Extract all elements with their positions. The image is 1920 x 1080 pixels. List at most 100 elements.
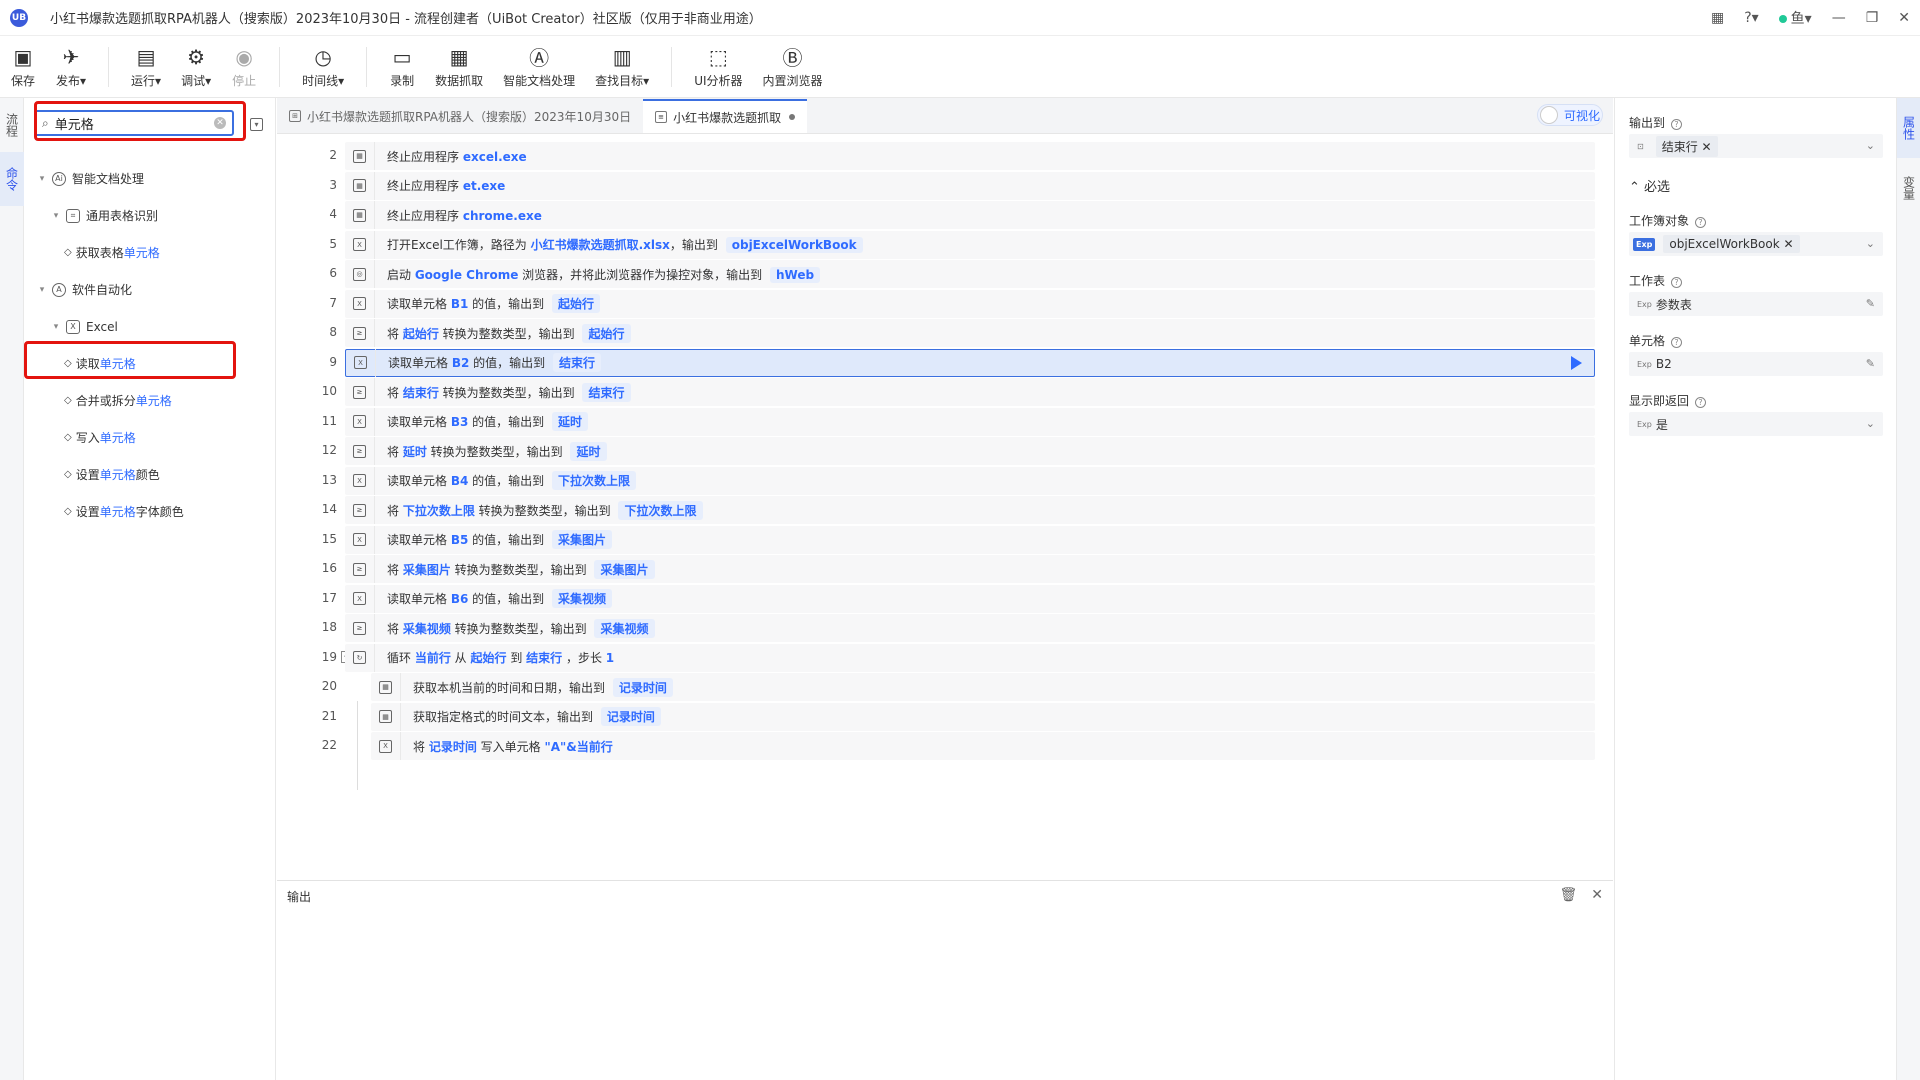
- caret-down-icon[interactable]: ▾: [36, 285, 48, 295]
- code-row[interactable]: 21 ▦ 获取指定格式的时间文本，输出到 记录时间: [277, 701, 1607, 731]
- help-circle-icon[interactable]: ?: [1695, 397, 1707, 408]
- clear-search-icon[interactable]: ✕: [214, 117, 226, 129]
- code-row[interactable]: 18 ≥ 将 采集视频 转换为整数类型，输出到 采集视频: [277, 612, 1607, 642]
- caret-down-icon[interactable]: ▾: [50, 211, 62, 221]
- debug-button[interactable]: ⚙ 调试▾: [181, 36, 211, 98]
- close-icon[interactable]: ✕: [1898, 10, 1910, 26]
- browser-button[interactable]: Ⓑ 内置浏览器: [763, 36, 823, 98]
- command-block[interactable]: ≥ 将 起始行 转换为整数类型，输出到 起始行: [345, 319, 1595, 347]
- publish-button[interactable]: ✈ 发布▾: [56, 36, 86, 98]
- command-item[interactable]: ◇ 读取 单元格: [24, 345, 276, 382]
- tab-properties[interactable]: 属性: [1897, 98, 1920, 158]
- command-block[interactable]: X 读取单元格 B4 的值，输出到 下拉次数上限: [345, 466, 1595, 495]
- edit-icon[interactable]: ✎: [1866, 357, 1875, 370]
- command-category[interactable]: ▾ A 软件自动化: [24, 271, 276, 308]
- save-button[interactable]: ▣ 保存: [10, 36, 36, 98]
- command-block[interactable]: ≥ 将 采集图片 转换为整数类型，输出到 采集图片: [345, 555, 1595, 583]
- command-block[interactable]: ▦ 终止应用程序 chrome.exe: [345, 201, 1595, 229]
- exp-toggle[interactable]: Exp: [1633, 237, 1656, 251]
- command-block[interactable]: ≥ 将 下拉次数上限 转换为整数类型，输出到 下拉次数上限: [345, 496, 1595, 524]
- code-row[interactable]: 11 X 读取单元格 B3 的值，输出到 延时: [277, 406, 1607, 436]
- help-circle-icon[interactable]: ?: [1695, 217, 1707, 228]
- command-block[interactable]: ≥ 将 结束行 转换为整数类型，输出到 结束行: [345, 378, 1595, 406]
- help-circle-icon[interactable]: ?: [1671, 119, 1683, 130]
- ui-analyzer-button[interactable]: ⬚ UI分析器: [694, 36, 742, 98]
- command-category[interactable]: ▾ Ai 智能文档处理: [24, 160, 276, 197]
- command-item[interactable]: ◇ 设置 单元格 颜色: [24, 456, 276, 493]
- close-panel-icon[interactable]: ✕: [1591, 887, 1603, 903]
- cell-field[interactable]: Exp B2 ✎: [1629, 352, 1883, 376]
- code-row[interactable]: 3 ▦ 终止应用程序 et.exe: [277, 170, 1607, 200]
- tab-flow[interactable]: 流程: [0, 98, 24, 152]
- command-block[interactable]: ↻ 循环 当前行 从 起始行 到 结束行 ，步长 1: [345, 643, 1595, 672]
- edit-icon[interactable]: ✎: [1866, 297, 1875, 310]
- caret-down-icon[interactable]: ▾: [36, 174, 48, 184]
- apps-grid-icon[interactable]: ▦: [1711, 10, 1724, 26]
- workbook-select[interactable]: Exp objExcelWorkBook ✕ ⌄: [1629, 232, 1883, 256]
- command-block[interactable]: ▦ 终止应用程序 et.exe: [345, 171, 1595, 200]
- sheet-field[interactable]: Exp 参数表 ✎: [1629, 292, 1883, 316]
- command-block[interactable]: ▦ 获取指定格式的时间文本，输出到 记录时间: [371, 702, 1595, 731]
- stop-button[interactable]: ◉ 停止: [231, 36, 257, 98]
- code-row[interactable]: 5 X 打开Excel工作簿，路径为 小红书爆款选题抓取.xlsx，输出到 objE…: [277, 229, 1607, 259]
- run-from-here-icon[interactable]: [1571, 355, 1582, 370]
- command-item[interactable]: ◇ 合并或拆分 单元格: [24, 382, 276, 419]
- command-block[interactable]: X 将 记录时间 写入单元格 "A"&当前行: [371, 732, 1595, 760]
- command-item[interactable]: ◇ 写入 单元格: [24, 419, 276, 456]
- exp-toggle[interactable]: Exp: [1633, 300, 1656, 309]
- command-block[interactable]: X 读取单元格 B6 的值，输出到 采集视频: [345, 584, 1595, 613]
- command-block[interactable]: X 读取单元格 B5 的值，输出到 采集图片: [345, 525, 1595, 554]
- required-section-title[interactable]: ⌃ 必选: [1629, 176, 1670, 195]
- code-row[interactable]: 20 ▦ 获取本机当前的时间和日期，输出到 记录时间: [277, 671, 1607, 701]
- code-row[interactable]: 19−↻循环 当前行 从 起始行 到 结束行 ，步长 1: [277, 642, 1607, 672]
- selected-command-block[interactable]: X 读取单元格 B2 的值，输出到 结束行: [345, 348, 1595, 377]
- code-row[interactable]: 7 X 读取单元格 B1 的值，输出到 起始行: [277, 288, 1607, 318]
- ai-doc-button[interactable]: Ⓐ 智能文档处理: [503, 36, 575, 98]
- timeline-button[interactable]: ◷ 时间线▾: [302, 36, 344, 98]
- help-circle-icon[interactable]: ?: [1671, 277, 1683, 288]
- exp-toggle[interactable]: Exp: [1633, 420, 1656, 429]
- command-item[interactable]: ◇ 设置 单元格 字体颜色: [24, 493, 276, 530]
- code-row[interactable]: 16 ≥ 将 采集图片 转换为整数类型，输出到 采集图片: [277, 553, 1607, 583]
- command-block[interactable]: ▦ 获取本机当前的时间和日期，输出到 记录时间: [371, 673, 1595, 701]
- tab-variables[interactable]: 变量: [1897, 158, 1920, 218]
- code-row[interactable]: 10 ≥ 将 结束行 转换为整数类型，输出到 结束行: [277, 376, 1607, 406]
- minimize-icon[interactable]: —: [1832, 10, 1846, 26]
- data-scrape-button[interactable]: ▦ 数据抓取: [435, 36, 483, 98]
- code-row[interactable]: 13 X 读取单元格 B4 的值，输出到 下拉次数上限: [277, 465, 1607, 495]
- command-block[interactable]: X 打开Excel工作簿，路径为 小红书爆款选题抓取.xlsx，输出到 objEx…: [345, 230, 1595, 259]
- code-row[interactable]: 22 X 将 记录时间 写入单元格 "A"&当前行: [277, 730, 1607, 760]
- run-button[interactable]: ▤ 运行▾: [131, 36, 161, 98]
- tab-commands[interactable]: 命令: [0, 152, 24, 206]
- code-row[interactable]: 6 ◎ 启动 Google Chrome 浏览器，并将此浏览器作为操控对象，输出到 …: [277, 258, 1607, 288]
- record-button[interactable]: ▭ 录制: [389, 36, 415, 98]
- code-row[interactable]: 9 X 读取单元格 B2 的值，输出到 结束行: [277, 347, 1607, 377]
- command-item[interactable]: ◇ 获取表格 单元格: [24, 234, 276, 271]
- code-row[interactable]: 12 ≥ 将 延时 转换为整数类型，输出到 延时: [277, 435, 1607, 465]
- code-row[interactable]: 15 X 读取单元格 B5 的值，输出到 采集图片: [277, 524, 1607, 554]
- command-block[interactable]: ≥ 将 采集视频 转换为整数类型，输出到 采集视频: [345, 614, 1595, 642]
- exp-toggle[interactable]: Exp: [1633, 360, 1656, 369]
- code-row[interactable]: 8 ≥ 将 起始行 转换为整数类型，输出到 起始行: [277, 317, 1607, 347]
- code-row[interactable]: 2 ▦ 终止应用程序 excel.exe: [277, 140, 1607, 170]
- command-block[interactable]: ◎ 启动 Google Chrome 浏览器，并将此浏览器作为操控对象，输出到 h…: [345, 260, 1595, 288]
- help-circle-icon[interactable]: ?: [1671, 337, 1683, 348]
- command-block[interactable]: X 读取单元格 B1 的值，输出到 起始行: [345, 289, 1595, 318]
- caret-down-icon[interactable]: ▾: [50, 322, 62, 332]
- command-block[interactable]: X 读取单元格 B3 的值，输出到 延时: [345, 407, 1595, 436]
- code-row[interactable]: 14 ≥ 将 下拉次数上限 转换为整数类型，输出到 下拉次数上限: [277, 494, 1607, 524]
- command-category[interactable]: ▾ ⌗ 通用表格识别: [24, 197, 276, 234]
- help-icon[interactable]: ?▾: [1744, 10, 1758, 26]
- display-return-select[interactable]: Exp 是 ⌄: [1629, 412, 1883, 436]
- command-category[interactable]: ▾ X Excel: [24, 308, 276, 345]
- filter-icon[interactable]: ▾: [250, 118, 263, 131]
- trash-icon[interactable]: 🗑: [1559, 887, 1577, 903]
- tab-main-flow[interactable]: ⊞ 小红书爆款选题抓取RPA机器人（搜索版）2023年10月30日: [277, 99, 643, 133]
- code-row[interactable]: 4 ▦ 终止应用程序 chrome.exe: [277, 199, 1607, 229]
- user-menu[interactable]: 鱼▾: [1778, 8, 1812, 28]
- find-target-button[interactable]: ▥ 查找目标▾: [595, 36, 649, 98]
- output-to-select[interactable]: ⊡ 结束行 ✕ ⌄: [1629, 134, 1883, 158]
- tab-process-block[interactable]: ≡ 小红书爆款选题抓取: [643, 99, 808, 133]
- command-search-input[interactable]: [54, 115, 195, 131]
- visual-toggle[interactable]: 可视化: [1537, 104, 1603, 126]
